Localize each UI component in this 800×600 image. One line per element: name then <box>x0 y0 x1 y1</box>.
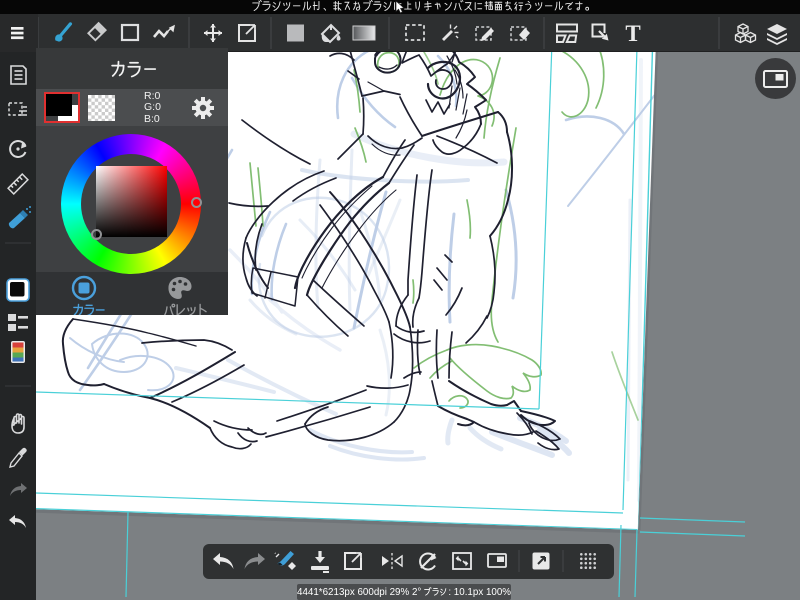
svg-text:T: T <box>625 21 640 46</box>
